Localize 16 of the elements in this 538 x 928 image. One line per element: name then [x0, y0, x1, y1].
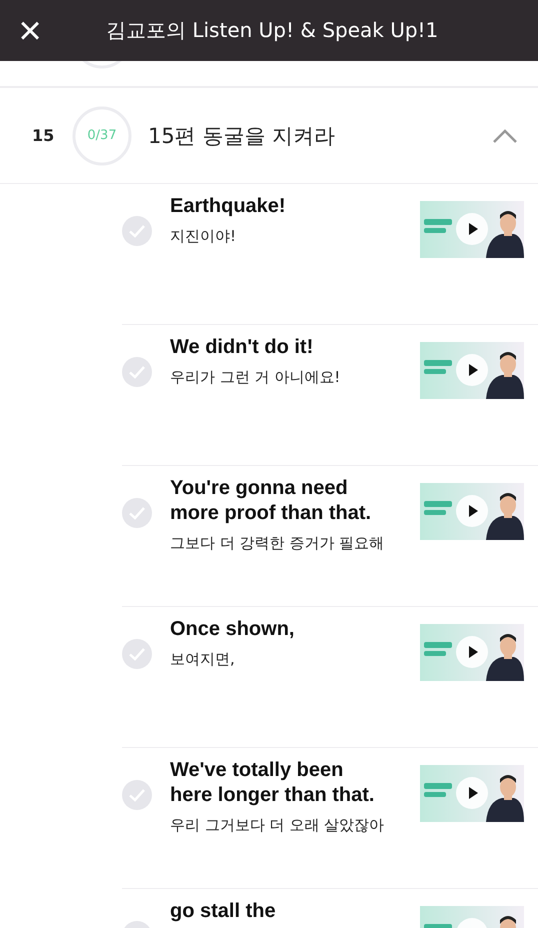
- english-sentence: Earthquake!: [170, 194, 287, 219]
- english-sentence: We didn't do it!: [170, 335, 314, 360]
- close-button[interactable]: ×: [14, 10, 46, 50]
- section-number: 15: [31, 126, 56, 145]
- window-title: 김교포의 Listen Up! & Speak Up!1: [106, 17, 438, 44]
- korean-translation: 그보다 더 강력한 증거가 필요해: [170, 534, 386, 553]
- korean-translation: 지진이야!: [170, 227, 238, 246]
- korean-translation: 우리가 그런 거 아니에요!: [170, 368, 342, 387]
- english-sentence: We've totally been here longer than that.: [170, 758, 376, 808]
- korean-translation: 보여지면,: [170, 650, 236, 669]
- section-title: 15편 동굴을 지켜라: [148, 122, 336, 150]
- progress-count: 0/37: [87, 128, 117, 143]
- english-sentence: go stall the: [170, 899, 277, 924]
- english-sentence: Once shown,: [170, 617, 296, 642]
- korean-translation: 우리 그거보다 더 오래 살았잖아: [170, 816, 386, 835]
- english-sentence: You're gonna need more proof than that.: [170, 476, 372, 526]
